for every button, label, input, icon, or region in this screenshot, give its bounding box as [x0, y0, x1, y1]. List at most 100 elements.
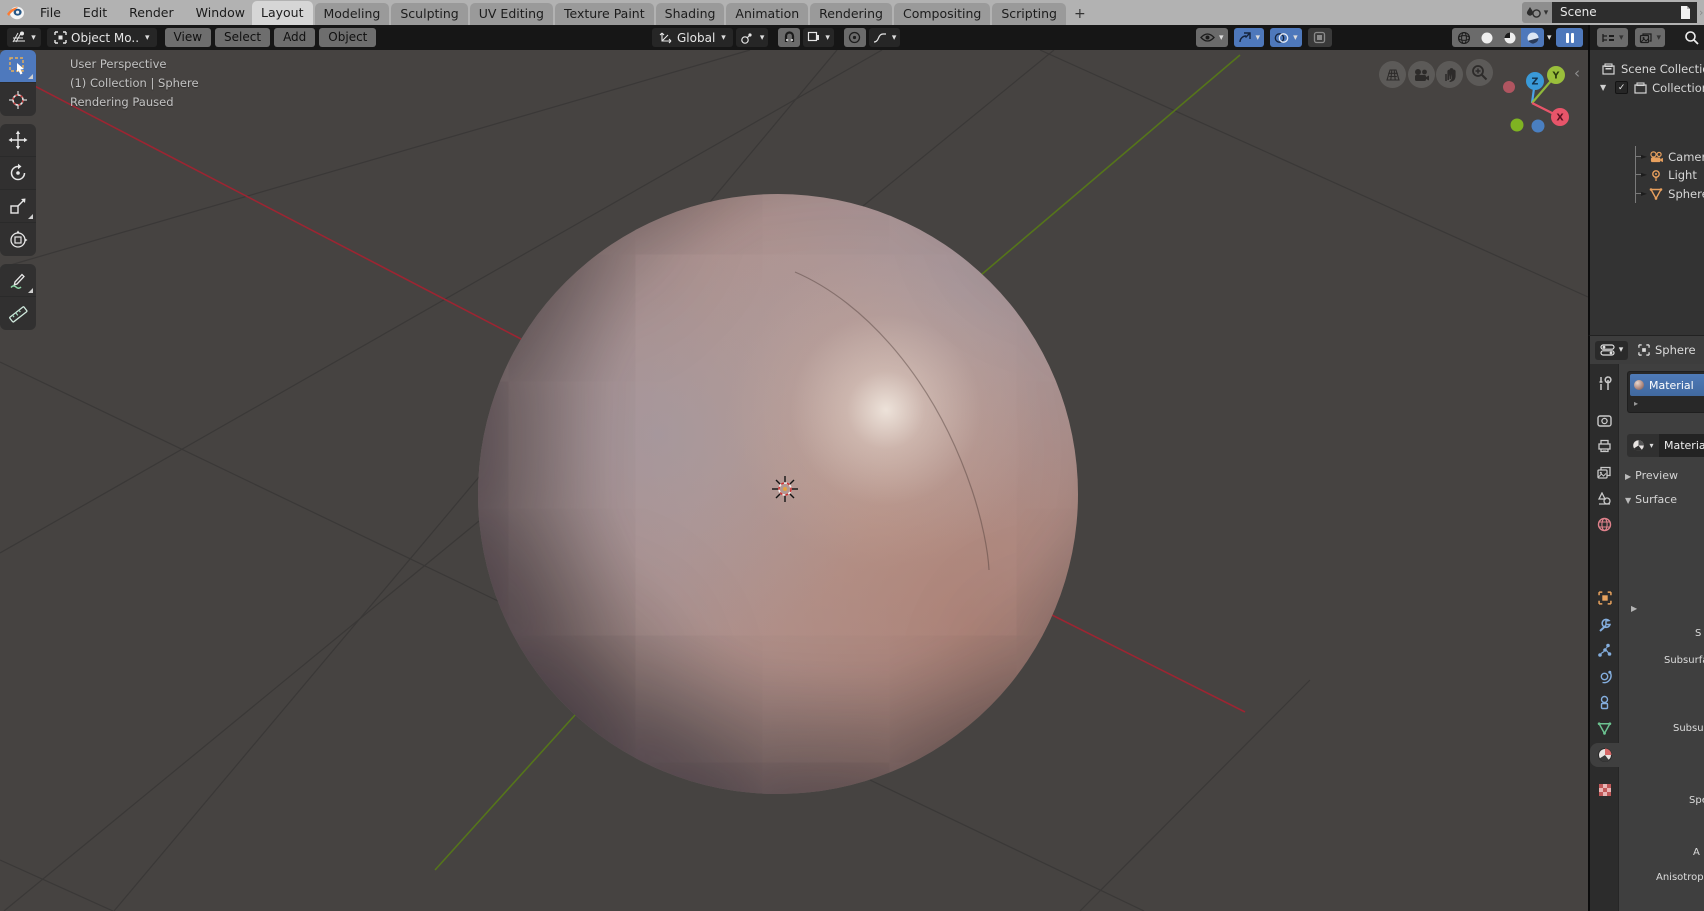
outliner-filter-dropdown[interactable]: ▾ — [1635, 28, 1666, 47]
tool-measure[interactable] — [0, 297, 36, 330]
snap-toggle[interactable] — [778, 28, 800, 47]
panel-preview[interactable]: ▶Preview — [1625, 469, 1678, 482]
tab-shading[interactable]: Shading — [656, 3, 725, 25]
tab-physics[interactable] — [1590, 664, 1619, 688]
scene-chevron-right-icon[interactable]: › — [1699, 6, 1703, 19]
viewport-header: ▾ Object Mo.. ▾ View Select Add Object G… — [0, 25, 1588, 50]
tool-select-box[interactable] — [0, 50, 36, 83]
mode-dropdown[interactable]: Object Mo.. ▾ — [47, 28, 157, 47]
new-scene-icon[interactable] — [1674, 2, 1697, 23]
3d-cursor[interactable] — [769, 473, 801, 505]
outliner-row-scene-collection[interactable]: Scene Collection — [1590, 59, 1704, 78]
material-name-field[interactable]: Material — [1659, 434, 1704, 457]
menu-view[interactable]: View — [165, 28, 211, 47]
shading-dropdown[interactable]: ▾ — [1547, 33, 1552, 43]
3d-viewport[interactable]: User Perspective (1) Collection | Sphere… — [0, 50, 1588, 911]
add-workspace-button[interactable]: + — [1068, 3, 1092, 25]
expander-icon[interactable]: ► — [1641, 189, 1647, 198]
tool-transform[interactable] — [0, 223, 36, 256]
tab-constraints[interactable] — [1590, 690, 1619, 714]
outliner-row-light[interactable]: ► Light — [1590, 165, 1704, 184]
menu-edit[interactable]: Edit — [72, 0, 118, 25]
view-layer-icon — [1639, 32, 1653, 44]
select-box-icon — [8, 56, 28, 76]
shading-solid-button[interactable] — [1475, 28, 1498, 47]
tab-sculpting[interactable]: Sculpting — [391, 3, 467, 25]
xray-toggle[interactable] — [1308, 28, 1332, 47]
tab-view-layer[interactable] — [1590, 460, 1619, 484]
snap-target-dropdown[interactable]: ▾ — [803, 28, 834, 47]
menu-file[interactable]: File — [29, 0, 72, 25]
slot-expander-icon[interactable]: ▸ — [1634, 399, 1638, 408]
tab-layout[interactable]: Layout — [252, 1, 313, 25]
properties-editor-type-button[interactable]: ▾ — [1595, 341, 1628, 360]
tab-render[interactable] — [1590, 408, 1619, 432]
tool-rotate[interactable] — [0, 157, 36, 190]
outliner-search-icon[interactable] — [1684, 30, 1700, 46]
tab-modeling[interactable]: Modeling — [315, 3, 390, 25]
annotate-pencil-icon — [8, 270, 28, 290]
menu-render[interactable]: Render — [118, 0, 185, 25]
material-datablock-menu[interactable]: ▾ — [1627, 434, 1659, 457]
gizmos-toggle[interactable]: ▾ — [1234, 28, 1265, 47]
tab-material[interactable] — [1590, 743, 1620, 767]
tab-uv-editing[interactable]: UV Editing — [470, 3, 553, 25]
panel-surface[interactable]: ▼Surface — [1625, 493, 1677, 506]
tab-world[interactable] — [1590, 512, 1619, 536]
tool-annotate[interactable] — [0, 264, 36, 297]
grid-ortho-button[interactable] — [1379, 61, 1406, 88]
vector-expander-icon[interactable]: ▶ — [1631, 604, 1637, 613]
visibility-dropdown[interactable]: ▾ — [1196, 28, 1228, 47]
wireframe-sphere-icon — [1457, 31, 1471, 45]
collection-checkbox[interactable]: ✓ — [1615, 81, 1628, 94]
overlays-toggle[interactable]: ▾ — [1270, 28, 1302, 47]
expander-icon[interactable]: ► — [1641, 152, 1647, 161]
tab-particles[interactable] — [1590, 638, 1619, 662]
camera-view-button[interactable] — [1408, 61, 1435, 88]
material-slot-item[interactable]: Material — [1630, 374, 1704, 396]
menu-add[interactable]: Add — [274, 28, 315, 47]
tool-cursor[interactable] — [0, 83, 36, 116]
navigation-gizmo[interactable]: Z Y X — [1490, 60, 1582, 146]
menu-select[interactable]: Select — [215, 28, 270, 47]
sidebar-collapse-arrow[interactable]: ‹ — [1574, 64, 1580, 82]
tool-move[interactable] — [0, 124, 36, 157]
zoom-view-button[interactable] — [1466, 59, 1493, 86]
tab-modifiers[interactable] — [1590, 612, 1619, 636]
tool-scale[interactable] — [0, 190, 36, 223]
tab-rendering[interactable]: Rendering — [810, 3, 892, 25]
tab-output[interactable] — [1590, 434, 1619, 458]
scene-name-field[interactable]: Scene — [1552, 2, 1674, 23]
tab-object[interactable] — [1590, 586, 1619, 610]
menu-window[interactable]: Window — [185, 0, 256, 25]
proportional-falloff-dropdown[interactable]: ▾ — [869, 28, 901, 47]
tab-animation[interactable]: Animation — [726, 3, 808, 25]
scene-datablock-icon[interactable]: ▾ — [1522, 2, 1552, 23]
tab-scripting[interactable]: Scripting — [992, 3, 1066, 25]
tab-tool[interactable] — [1590, 371, 1619, 395]
outliner-row-sphere[interactable]: ► Sphere — [1590, 184, 1704, 203]
properties-panel: ▾ Sphere — [1588, 335, 1704, 911]
menu-object[interactable]: Object — [319, 28, 376, 47]
label-fragment: A — [1693, 847, 1700, 858]
tab-scene[interactable] — [1590, 486, 1619, 510]
tab-texture-paint[interactable]: Texture Paint — [555, 3, 654, 25]
outliner-row-camera[interactable]: ► Camera — [1590, 147, 1704, 166]
transform-orientation-dropdown[interactable]: Global ▾ — [652, 28, 733, 47]
tab-compositing[interactable]: Compositing — [894, 3, 990, 25]
outliner-row-collection[interactable]: ▼ ✓ Collection — [1590, 78, 1704, 97]
editor-type-button[interactable]: ▾ — [7, 28, 41, 47]
tab-texture[interactable] — [1590, 778, 1619, 802]
tab-object-data[interactable] — [1590, 716, 1619, 740]
pan-view-button[interactable] — [1436, 61, 1463, 88]
outliner-display-mode-dropdown[interactable]: ▾ — [1597, 28, 1628, 47]
proportional-editing-toggle[interactable] — [844, 28, 866, 47]
shading-material-button[interactable] — [1498, 28, 1521, 47]
shading-wireframe-button[interactable] — [1452, 28, 1475, 47]
shading-rendered-button[interactable] — [1521, 28, 1544, 47]
render-pause-button[interactable] — [1556, 28, 1583, 47]
blender-logo-icon[interactable] — [6, 5, 25, 21]
expander-icon[interactable]: ► — [1641, 170, 1647, 179]
pivot-point-dropdown[interactable]: ▾ — [736, 28, 769, 47]
collapse-arrow-icon[interactable]: ▼ — [1600, 83, 1606, 92]
